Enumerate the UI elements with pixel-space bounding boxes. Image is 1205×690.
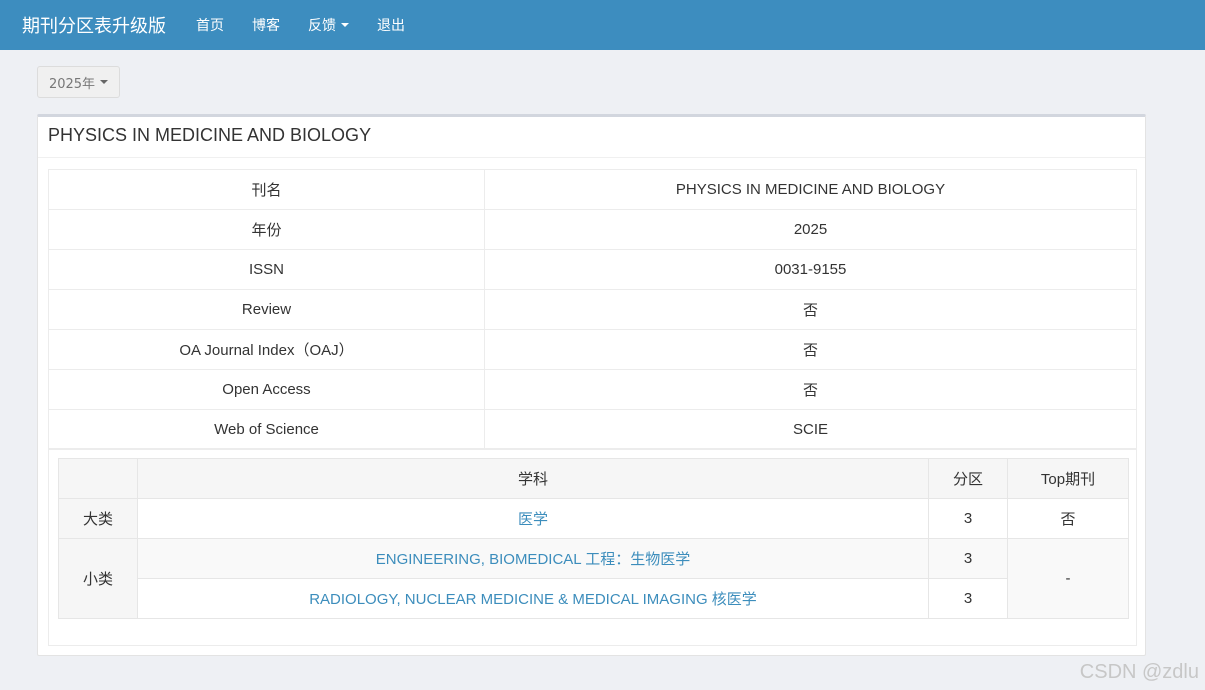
- table-row: 刊名 PHYSICS IN MEDICINE AND BIOLOGY: [48, 169, 1137, 210]
- info-key: Web of Science: [48, 409, 485, 450]
- info-key: 刊名: [48, 169, 485, 210]
- major-category-label: 大类: [58, 498, 138, 539]
- journal-panel: PHYSICS IN MEDICINE AND BIOLOGY 刊名 PHYSI…: [37, 114, 1146, 656]
- category-section: 学科 分区 Top期刊 大类 医学 3 否 小类 ENGINEERING, BI…: [48, 448, 1137, 646]
- nav-feedback-label: 反馈: [308, 18, 336, 34]
- info-value: 2025: [484, 209, 1137, 250]
- nav-logout[interactable]: 退出: [377, 15, 405, 35]
- info-key: Review: [48, 289, 485, 330]
- info-key: OA Journal Index（OAJ）: [48, 329, 485, 370]
- subject-link-text[interactable]: 医学: [518, 511, 548, 528]
- nav-feedback-dropdown[interactable]: 反馈: [308, 15, 349, 35]
- table-row: 大类 医学 3 否: [58, 498, 1129, 539]
- info-value: 否: [484, 369, 1137, 410]
- caret-down-icon: [100, 80, 109, 84]
- info-key: ISSN: [48, 249, 485, 290]
- minor-zone: 3: [928, 538, 1008, 579]
- info-value: 否: [484, 289, 1137, 330]
- info-value: 否: [484, 329, 1137, 370]
- header-subject: 学科: [137, 458, 929, 499]
- minor-category-label: 小类: [58, 538, 138, 619]
- category-table: 学科 分区 Top期刊 大类 医学 3 否 小类 ENGINEERING, BI…: [58, 458, 1129, 619]
- major-subject-link[interactable]: 医学: [137, 498, 929, 539]
- brand-title[interactable]: 期刊分区表升级版: [22, 12, 166, 38]
- nav-home[interactable]: 首页: [196, 15, 224, 35]
- caret-down-icon: [341, 23, 349, 27]
- minor-zone: 3: [928, 578, 1008, 619]
- header-zone: 分区: [928, 458, 1008, 499]
- year-label: 2025年: [48, 76, 96, 92]
- minor-subject-link[interactable]: RADIOLOGY, NUCLEAR MEDICINE & MEDICAL IM…: [137, 578, 929, 619]
- info-value: 0031-9155: [484, 249, 1137, 290]
- panel-title: PHYSICS IN MEDICINE AND BIOLOGY: [38, 117, 1145, 158]
- header-top: Top期刊: [1007, 458, 1129, 499]
- table-row: Open Access 否: [48, 369, 1137, 410]
- info-key: 年份: [48, 209, 485, 250]
- year-dropdown-button[interactable]: 2025年: [37, 66, 120, 98]
- nav-blog[interactable]: 博客: [252, 15, 280, 35]
- info-value: PHYSICS IN MEDICINE AND BIOLOGY: [484, 169, 1137, 210]
- minor-top: -: [1007, 538, 1129, 619]
- major-zone: 3: [928, 498, 1008, 539]
- watermark: CSDN @zdlu: [1079, 661, 1199, 683]
- table-row: OA Journal Index（OAJ） 否: [48, 329, 1137, 370]
- info-key: Open Access: [48, 369, 485, 410]
- table-row: 小类 ENGINEERING, BIOMEDICAL 工程：生物医学 3 -: [58, 538, 1129, 619]
- table-header-row: 学科 分区 Top期刊: [58, 458, 1129, 499]
- header-blank-cell: [58, 458, 138, 499]
- table-row: Review 否: [48, 289, 1137, 330]
- table-row: 年份 2025: [48, 209, 1137, 250]
- top-navbar: 期刊分区表升级版 首页 博客 反馈 退出: [0, 0, 1205, 50]
- table-row: RADIOLOGY, NUCLEAR MEDICINE & MEDICAL IM…: [59, 578, 1129, 619]
- info-value: SCIE: [484, 409, 1137, 450]
- subject-link-text[interactable]: ENGINEERING, BIOMEDICAL 工程：生物医学: [376, 551, 690, 568]
- minor-subject-link[interactable]: ENGINEERING, BIOMEDICAL 工程：生物医学: [137, 538, 929, 579]
- table-row: ISSN 0031-9155: [48, 249, 1137, 290]
- journal-info-table: 刊名 PHYSICS IN MEDICINE AND BIOLOGY 年份 20…: [48, 169, 1137, 450]
- table-row: Web of Science SCIE: [48, 409, 1137, 450]
- major-top: 否: [1007, 498, 1129, 539]
- subject-link-text[interactable]: RADIOLOGY, NUCLEAR MEDICINE & MEDICAL IM…: [309, 591, 757, 608]
